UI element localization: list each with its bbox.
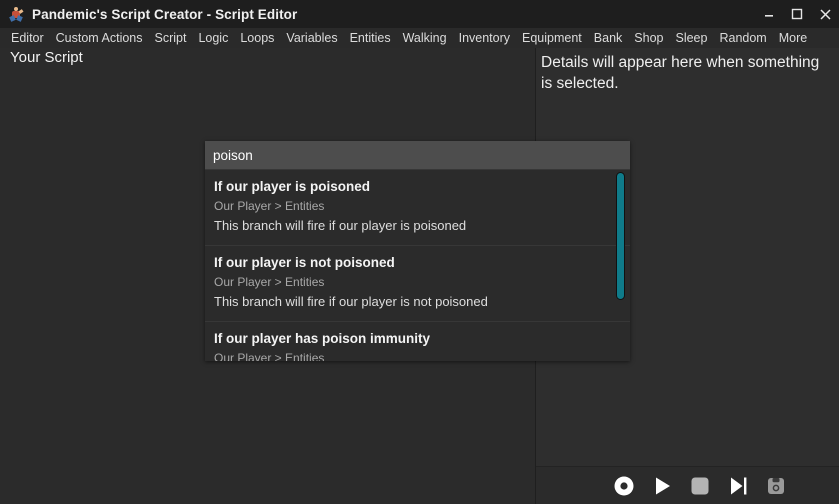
minimize-icon[interactable]: [755, 0, 783, 28]
menu-item-entities[interactable]: Entities: [344, 28, 397, 48]
suggestion-path: Our Player > Entities: [214, 199, 325, 213]
menu-item-editor[interactable]: Editor: [5, 28, 50, 48]
list-item[interactable]: If our player has poison immunity Our Pl…: [205, 322, 630, 361]
menubar: Editor Custom Actions Script Logic Loops…: [0, 28, 839, 48]
suggestion-title: If our player is poisoned: [214, 179, 371, 194]
titlebar: Pandemic's Script Creator - Script Edito…: [0, 0, 839, 28]
menu-item-logic[interactable]: Logic: [192, 28, 234, 48]
step-forward-icon[interactable]: [719, 471, 757, 501]
autocomplete-scrollbar[interactable]: [616, 170, 628, 361]
script-title: Your Script: [10, 49, 83, 66]
menu-item-loops[interactable]: Loops: [234, 28, 280, 48]
list-item[interactable]: If our player is not poisoned Our Player…: [205, 246, 630, 322]
menu-item-bank[interactable]: Bank: [588, 28, 629, 48]
list-item[interactable]: If our player is poisoned Our Player > E…: [205, 170, 630, 246]
scrollbar-thumb[interactable]: [616, 172, 625, 300]
menu-item-walking[interactable]: Walking: [397, 28, 453, 48]
app-figure-icon: [8, 6, 24, 22]
menu-item-more[interactable]: More: [773, 28, 813, 48]
menu-item-shop[interactable]: Shop: [628, 28, 669, 48]
suggestion-description: This branch will fire if our player is n…: [214, 294, 488, 309]
autocomplete-popup: If our player is poisoned Our Player > E…: [205, 141, 630, 361]
menu-item-random[interactable]: Random: [713, 28, 772, 48]
menu-item-equipment[interactable]: Equipment: [516, 28, 588, 48]
playback-toolbar: [536, 467, 839, 504]
save-icon[interactable]: [757, 471, 795, 501]
close-icon[interactable]: [811, 0, 839, 28]
menu-item-custom-actions[interactable]: Custom Actions: [50, 28, 149, 48]
record-icon[interactable]: [605, 471, 643, 501]
menu-item-sleep[interactable]: Sleep: [669, 28, 713, 48]
menu-item-inventory[interactable]: Inventory: [453, 28, 516, 48]
maximize-icon[interactable]: [783, 0, 811, 28]
play-icon[interactable]: [643, 471, 681, 501]
suggestion-path: Our Player > Entities: [214, 351, 325, 361]
suggestion-title: If our player is not poisoned: [214, 255, 395, 270]
suggestion-description: This branch will fire if our player is p…: [214, 218, 467, 233]
autocomplete-suggestion-list[interactable]: If our player is poisoned Our Player > E…: [205, 169, 630, 361]
menu-item-script[interactable]: Script: [149, 28, 193, 48]
autocomplete-search-input[interactable]: [205, 141, 630, 169]
window-controls: [755, 0, 839, 28]
menu-item-variables[interactable]: Variables: [280, 28, 343, 48]
window-title: Pandemic's Script Creator - Script Edito…: [32, 6, 298, 22]
details-placeholder-text: Details will appear here when something …: [541, 54, 820, 92]
script-editor-window: Pandemic's Script Creator - Script Edito…: [0, 0, 839, 504]
stop-icon[interactable]: [681, 471, 719, 501]
suggestion-path: Our Player > Entities: [214, 275, 325, 289]
suggestion-title: If our player has poison immunity: [214, 331, 431, 346]
